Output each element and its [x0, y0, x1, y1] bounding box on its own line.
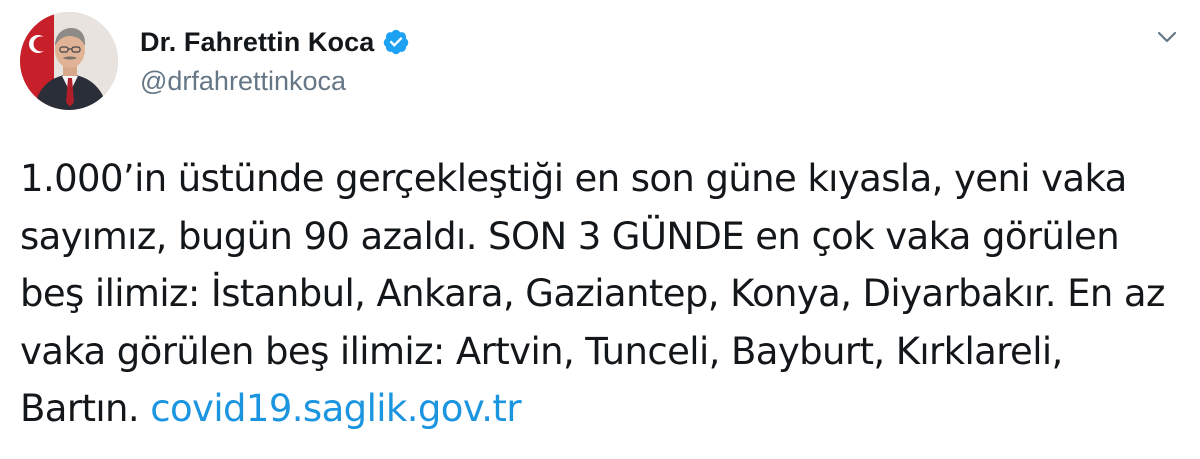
avatar[interactable]: [20, 12, 118, 110]
verified-badge-icon: [382, 28, 410, 56]
tweet-card: Dr. Fahrettin Koca @drfahrettinkoca 1.00…: [0, 0, 1200, 459]
tweet-text: 1.000’in üstünde gerçekleştiği en son gü…: [20, 150, 1180, 438]
chevron-down-icon[interactable]: [1154, 24, 1180, 50]
author-header: Dr. Fahrettin Koca @drfahrettinkoca: [140, 24, 410, 97]
name-row: Dr. Fahrettin Koca: [140, 24, 410, 60]
display-name[interactable]: Dr. Fahrettin Koca: [140, 27, 374, 58]
handle[interactable]: @drfahrettinkoca: [140, 66, 410, 97]
tweet-link[interactable]: covid19.saglik.gov.tr: [150, 387, 521, 430]
profile-photo: [20, 12, 118, 110]
